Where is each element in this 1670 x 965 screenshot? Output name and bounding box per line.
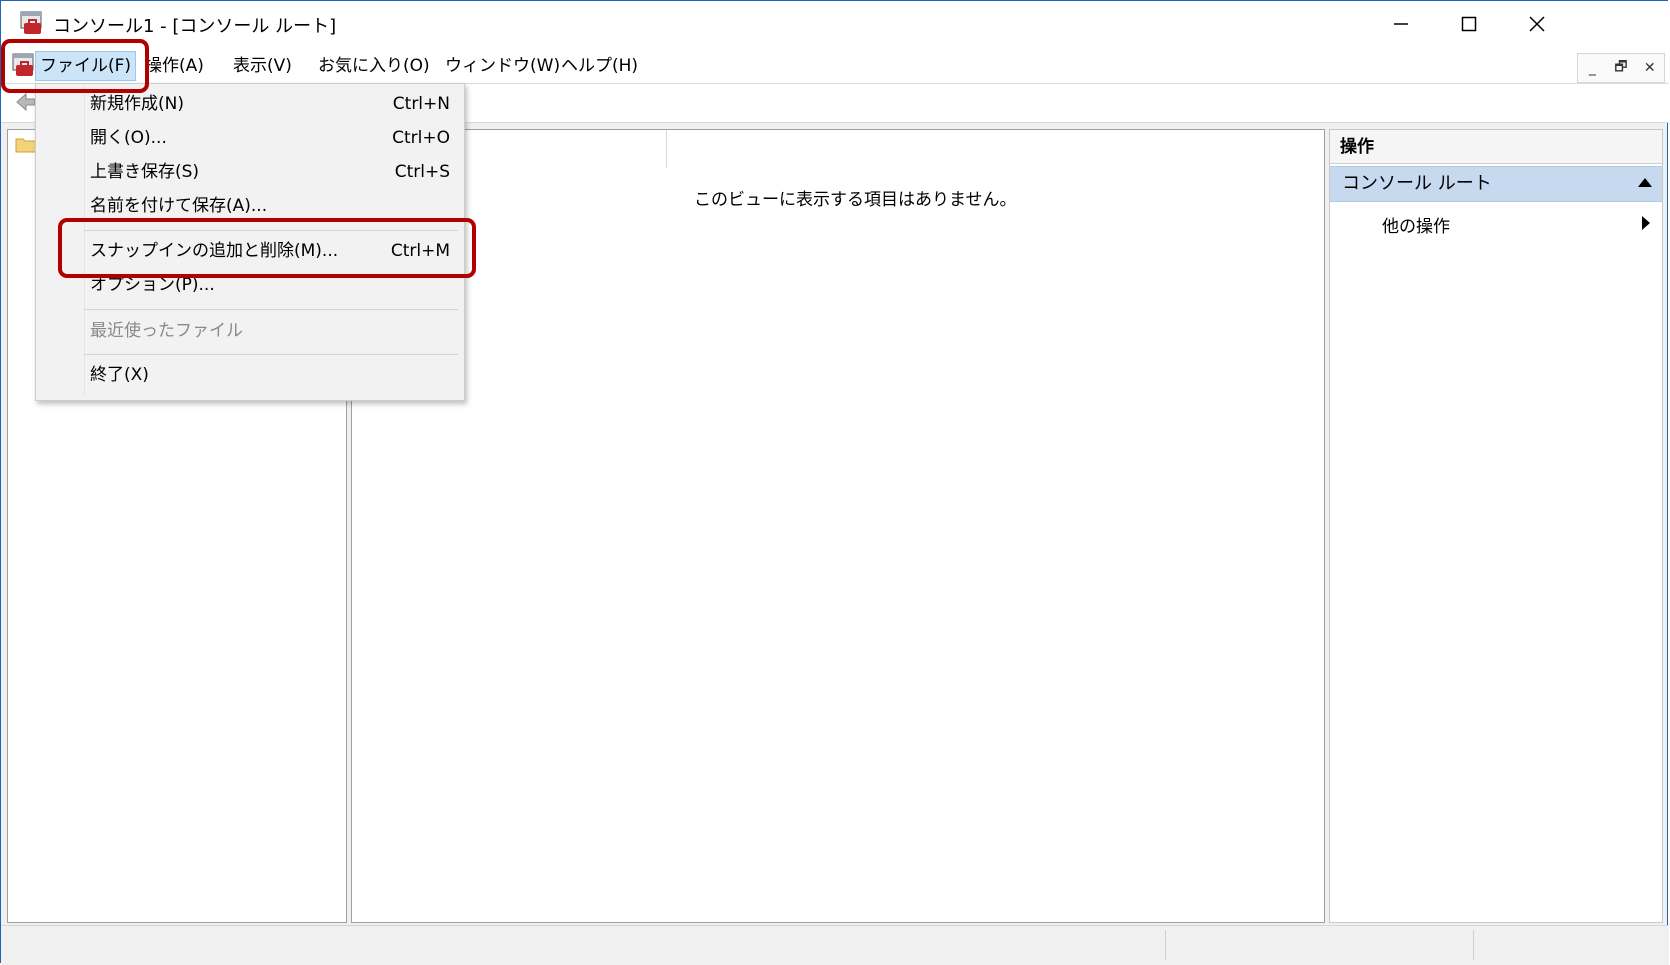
column-divider bbox=[666, 130, 667, 168]
highlight-file-menu bbox=[1, 39, 149, 93]
menu-item-exit[interactable]: 終了(X) bbox=[90, 360, 450, 390]
menu-item-label: 開く(O)... bbox=[90, 128, 167, 148]
menu-item-recent-files: 最近使ったファイル bbox=[90, 316, 450, 346]
menu-bar: ファイル(F) 操作(A) 表示(V) お気に入り(O) ウィンドウ(W) ヘル… bbox=[1, 47, 1669, 84]
menu-item-save-as[interactable]: 名前を付けて保存(A)... bbox=[90, 191, 450, 221]
empty-view-message: このビューに表示する項目はありません。 bbox=[694, 190, 1017, 210]
actions-section-console-root[interactable]: コンソール ルート bbox=[1330, 166, 1662, 202]
menu-view[interactable]: 表示(V) bbox=[229, 53, 296, 79]
menu-item-label: 名前を付けて保存(A)... bbox=[90, 196, 268, 216]
menu-item-label: オプション(P)... bbox=[90, 275, 215, 295]
folder-icon[interactable] bbox=[15, 135, 37, 153]
maximize-button[interactable] bbox=[1435, 1, 1503, 47]
title-bar: コンソール1 - [コンソール ルート] bbox=[1, 1, 1669, 47]
collapse-up-icon[interactable] bbox=[1638, 178, 1652, 187]
menu-item-shortcut: Ctrl+N bbox=[392, 94, 450, 114]
menu-item-shortcut: Ctrl+S bbox=[394, 162, 450, 182]
menu-item-label: 新規作成(N) bbox=[90, 94, 184, 114]
minimize-button[interactable] bbox=[1367, 1, 1435, 47]
close-icon bbox=[1529, 16, 1545, 32]
menu-item-label: 終了(X) bbox=[90, 365, 149, 385]
mmc-window: コンソール1 - [コンソール ルート] ファイル(F) 操作(A) 表示(V)… bbox=[0, 0, 1669, 965]
menu-item-new[interactable]: 新規作成(N) Ctrl+N bbox=[90, 89, 450, 119]
actions-header: 操作 bbox=[1330, 130, 1662, 164]
result-pane: このビューに表示する項目はありません。 bbox=[351, 129, 1325, 923]
actions-pane: 操作 コンソール ルート 他の操作 bbox=[1329, 129, 1663, 923]
window-title: コンソール1 - [コンソール ルート] bbox=[53, 16, 337, 37]
menu-item-open[interactable]: 開く(O)... Ctrl+O bbox=[90, 123, 450, 153]
menu-item-save[interactable]: 上書き保存(S) Ctrl+S bbox=[90, 157, 450, 187]
back-arrow-icon[interactable] bbox=[15, 92, 37, 112]
mdi-child-controls: _ 🗗 ✕ bbox=[1577, 53, 1665, 83]
menu-favorites[interactable]: お気に入り(O) bbox=[314, 53, 434, 79]
menu-separator bbox=[84, 309, 458, 310]
menu-action[interactable]: 操作(A) bbox=[141, 53, 208, 79]
mdi-minimize-button[interactable]: _ bbox=[1578, 54, 1607, 82]
status-divider bbox=[1473, 930, 1474, 960]
menu-separator bbox=[84, 354, 458, 355]
mdi-restore-button[interactable]: 🗗 bbox=[1607, 54, 1636, 82]
menu-item-label: 上書き保存(S) bbox=[90, 162, 200, 182]
highlight-add-remove-snapin bbox=[58, 218, 476, 278]
actions-more-actions[interactable]: 他の操作 bbox=[1382, 212, 1450, 237]
menu-item-shortcut: Ctrl+O bbox=[392, 128, 450, 148]
status-divider bbox=[1165, 930, 1166, 960]
actions-section-label: コンソール ルート bbox=[1342, 173, 1492, 194]
menu-window[interactable]: ウィンドウ(W) bbox=[441, 53, 564, 79]
close-button[interactable] bbox=[1503, 1, 1571, 47]
status-bar bbox=[1, 925, 1669, 965]
menu-item-label: 最近使ったファイル bbox=[90, 321, 243, 341]
menu-help[interactable]: ヘルプ(H) bbox=[557, 53, 642, 79]
maximize-icon bbox=[1461, 16, 1477, 32]
mmc-app-icon bbox=[20, 11, 42, 34]
minimize-icon bbox=[1394, 23, 1408, 25]
submenu-arrow-icon bbox=[1642, 216, 1650, 230]
mdi-close-button[interactable]: ✕ bbox=[1635, 54, 1664, 82]
